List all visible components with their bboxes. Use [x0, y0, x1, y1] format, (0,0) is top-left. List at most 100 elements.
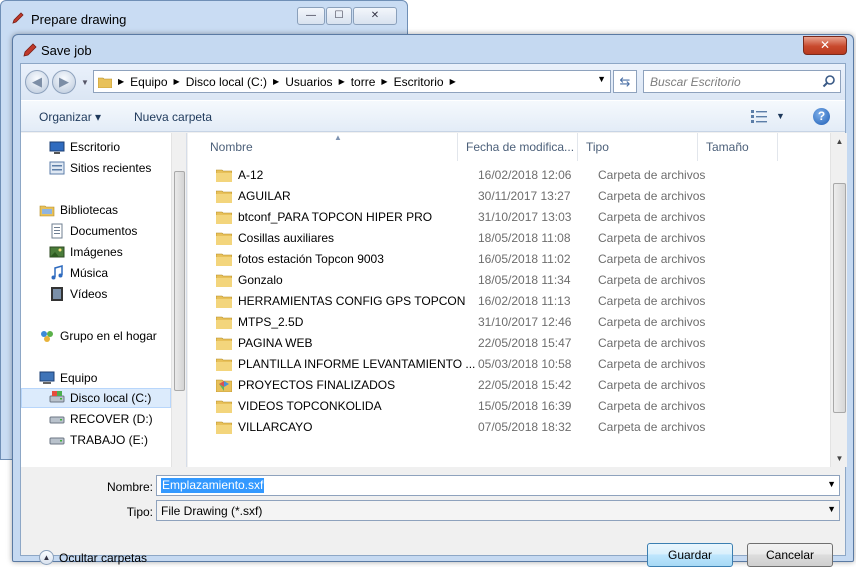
recent-locations-dropdown-icon[interactable]: ▼ [81, 78, 89, 87]
column-header-type[interactable]: Tipo [578, 133, 698, 161]
name-label: Nombre: [106, 480, 153, 494]
navigation-pane: Escritorio Sitios recientes Bibliotecas … [21, 133, 187, 467]
nav-item-grupo-hogar[interactable]: Grupo en el hogar [39, 326, 186, 346]
file-row[interactable]: Cosillas auxiliares 18/05/2018 11:08 Carpe… [202, 228, 802, 249]
chevron-down-icon[interactable]: ▼ [827, 504, 836, 514]
search-icon[interactable] [822, 74, 836, 88]
file-list-scrollbar[interactable]: ▲ ▼ [830, 133, 847, 467]
nav-item-recover[interactable]: RECOVER (D:) [49, 409, 186, 429]
back-button[interactable]: ◀ [25, 70, 49, 94]
crumb-usuarios[interactable]: Usuarios [285, 75, 332, 89]
file-row[interactable]: VIDEOS TOPCONKOLIDA 15/05/2018 16:39 Carpe… [202, 396, 802, 417]
file-row[interactable]: AGUILAR 30/11/2017 13:27 Carpeta de archiv… [202, 186, 802, 207]
bg-close-button[interactable]: ✕ [353, 7, 397, 25]
filetype-value: File Drawing (*.sxf) [161, 504, 263, 518]
folder-icon [216, 295, 232, 308]
nav-scrollbar[interactable] [171, 133, 186, 467]
chevron-right-icon[interactable]: ▶ [174, 77, 180, 86]
forward-button[interactable]: ▶ [52, 70, 76, 94]
chevron-right-icon[interactable]: ▶ [339, 77, 345, 86]
column-header-date[interactable]: Fecha de modifica... [458, 133, 578, 161]
folder-icon [216, 253, 232, 266]
drive-icon [49, 391, 65, 403]
file-type: Carpeta de archivos [598, 168, 706, 182]
file-row[interactable]: Gonzalo 18/05/2018 11:34 Carpeta de archiv… [202, 270, 802, 291]
nav-item-label: Bibliotecas [60, 203, 119, 217]
chevron-right-icon[interactable]: ▶ [381, 77, 387, 86]
file-name: Cosillas auxiliares [238, 231, 335, 245]
file-row[interactable]: PLANTILLA INFORME LEVANTAMIENTO ... 05/03… [202, 354, 802, 375]
file-row[interactable]: btconf_PARA TOPCON HIPER PRO 31/10/2017 1… [202, 207, 802, 228]
chevron-down-icon[interactable]: ▼ [597, 74, 606, 84]
file-row[interactable]: fotos estación Topcon 9003 16/05/2018 11:… [202, 249, 802, 270]
view-dropdown-icon[interactable]: ▼ [776, 111, 785, 121]
file-date: 22/05/2018 15:42 [478, 378, 572, 392]
search-box[interactable] [643, 70, 841, 93]
file-row[interactable]: HERRAMIENTAS CONFIG GPS TOPCON 16/02/2018… [202, 291, 802, 312]
close-button[interactable]: ✕ [803, 36, 847, 55]
file-date: 18/05/2018 11:34 [478, 273, 571, 287]
file-row[interactable]: A-12 16/02/2018 12:06 Carpeta de archivos [202, 165, 802, 186]
file-row[interactable]: PROYECTOS FINALIZADOS 22/05/2018 15:42 Car… [202, 375, 802, 396]
chevron-right-icon[interactable]: ▶ [450, 77, 456, 86]
nav-item-label: Vídeos [70, 287, 108, 301]
file-type: Carpeta de archivos [598, 315, 706, 329]
file-date: 22/05/2018 15:47 [478, 336, 572, 350]
file-date: 16/02/2018 12:06 [478, 168, 572, 182]
help-icon[interactable]: ? [813, 108, 830, 125]
chevron-right-icon[interactable]: ▶ [273, 77, 279, 86]
background-window-title: Prepare drawing [31, 12, 127, 27]
crumb-equipo[interactable]: Equipo [130, 75, 167, 89]
column-header-name[interactable]: Nombre [202, 133, 458, 161]
maximize-button[interactable]: ☐ [326, 7, 352, 25]
scroll-down-icon[interactable]: ▼ [831, 450, 847, 467]
column-header-size[interactable]: Tamaño [698, 133, 778, 161]
nav-item-label: RECOVER (D:) [70, 412, 153, 426]
pictures-icon [49, 246, 65, 258]
file-type: Carpeta de archivos [598, 399, 706, 413]
nav-item-trabajo[interactable]: TRABAJO (E:) [49, 430, 186, 450]
command-toolbar: Organizar ▾ Nueva carpeta ▼ ? [21, 100, 845, 132]
file-row[interactable]: PAGINA WEB 22/05/2018 15:47 Carpeta de arc… [202, 333, 802, 354]
organize-menu[interactable]: Organizar ▾ [39, 110, 101, 124]
pencil-icon [23, 43, 37, 57]
refresh-button[interactable]: ⇆ [613, 70, 637, 93]
file-list-scroll-thumb[interactable] [833, 183, 846, 413]
filename-field[interactable]: Emplazamiento.sxf ▼ [156, 475, 840, 496]
crumb-disco-local[interactable]: Disco local (C:) [186, 75, 267, 89]
folder-icon [216, 400, 232, 413]
nav-item-musica[interactable]: Música [49, 263, 186, 283]
file-row[interactable]: VILLARCAYO 07/05/2018 18:32 Carpeta de arc… [202, 417, 802, 438]
nav-item-videos[interactable]: Vídeos [49, 284, 186, 304]
drive-icon [49, 416, 65, 424]
file-type: Carpeta de archivos [598, 210, 706, 224]
nav-item-escritorio[interactable]: Escritorio [49, 137, 186, 157]
chevron-down-icon[interactable]: ▼ [827, 479, 836, 489]
crumb-torre[interactable]: torre [351, 75, 376, 89]
nav-item-sitios-recientes[interactable]: Sitios recientes [49, 158, 186, 178]
save-button[interactable]: Guardar [647, 543, 733, 567]
hide-folders-toggle[interactable]: ▲ Ocultar carpetas [39, 550, 147, 565]
file-row[interactable]: MTPS_2.5D 31/10/2017 12:46 Carpeta de arch… [202, 312, 802, 333]
nav-item-label: Equipo [60, 371, 98, 385]
filename-value[interactable]: Emplazamiento.sxf [161, 478, 265, 493]
file-date: 31/10/2017 12:46 [478, 315, 572, 329]
file-name: HERRAMIENTAS CONFIG GPS TOPCON [238, 294, 466, 308]
minimize-button[interactable]: — [297, 7, 325, 25]
nav-item-imagenes[interactable]: Imágenes [49, 242, 186, 262]
crumb-escritorio[interactable]: Escritorio [394, 75, 444, 89]
cancel-button[interactable]: Cancelar [747, 543, 833, 567]
nav-item-bibliotecas[interactable]: Bibliotecas [39, 200, 186, 220]
new-folder-button[interactable]: Nueva carpeta [134, 110, 212, 124]
chevron-up-icon: ▲ [39, 550, 54, 565]
view-options-icon[interactable] [751, 109, 767, 123]
nav-item-documentos[interactable]: Documentos [49, 221, 186, 241]
breadcrumb[interactable]: ▶ Equipo ▶ Disco local (C:) ▶ Usuarios ▶… [93, 70, 611, 93]
filetype-select[interactable]: File Drawing (*.sxf) ▼ [156, 500, 840, 521]
documents-icon [51, 223, 63, 239]
nav-scroll-thumb[interactable] [174, 171, 185, 391]
scroll-up-icon[interactable]: ▲ [831, 133, 847, 150]
nav-item-equipo[interactable]: Equipo [39, 368, 186, 388]
nav-item-disco-local[interactable]: Disco local (C:) [21, 388, 171, 408]
search-input[interactable] [644, 71, 814, 92]
